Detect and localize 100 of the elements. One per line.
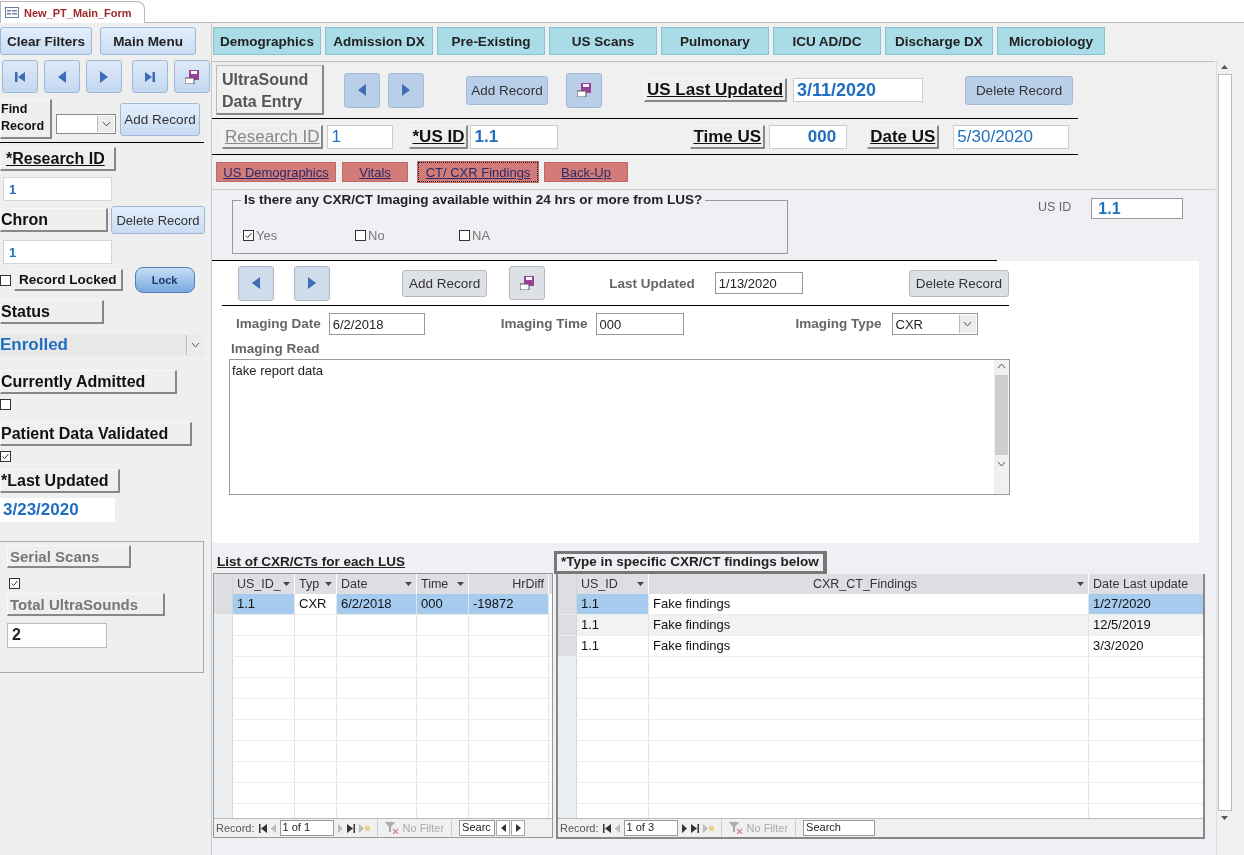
add-record-button[interactable]: Add Record [120,102,200,136]
record-position-field[interactable]: 1 of 3 [623,820,678,836]
lock-button[interactable]: Lock [134,267,195,293]
next-record-icon[interactable] [681,823,687,833]
table-cell: Fake findings [649,615,1089,635]
us-id-field[interactable]: 1.1 [1091,198,1184,219]
record-locked-checkbox[interactable] [0,274,11,286]
left-triangle-icon [500,824,506,832]
save-icon [185,69,199,84]
first-record-icon[interactable] [602,823,611,833]
next-record-button[interactable] [388,72,424,108]
table-cell: 1.1 [577,636,649,656]
currently-admitted-label: Currently Admitted [0,370,177,394]
find-record-dropdown[interactable] [56,114,116,134]
main-menu-button[interactable]: Main Menu [100,27,196,55]
document-tab-title: New_PT_Main_Form [24,6,132,19]
delete-record-button[interactable]: Delete Record [111,206,205,234]
form-tab[interactable]: Demographics [213,27,321,55]
column-header[interactable]: Typ [295,574,337,594]
dropdown-caret-icon [325,582,332,586]
imaging-date-field[interactable]: 6/2/2018 [328,312,425,335]
chron-field[interactable]: 1 [3,240,112,264]
option-label: Yes [256,228,278,243]
form-tab[interactable]: Pulmonary [661,27,769,55]
save-button[interactable] [509,266,546,300]
right-triangle-icon [308,277,316,289]
add-record-button[interactable]: Add Record [402,269,488,297]
search-field[interactable]: Search [803,820,876,836]
table-cell: 1.1 [233,594,295,614]
first-record-button[interactable] [2,60,38,93]
form-tab[interactable]: Pre-Existing [437,27,545,55]
time-us-field[interactable]: 000 [769,124,848,149]
save-button[interactable] [174,60,210,93]
form-tab[interactable]: Discharge DX [885,27,993,55]
form-tab[interactable]: ICU AD/DC [773,27,881,55]
previous-record-button[interactable] [238,265,274,301]
clear-filters-button[interactable]: Clear Filters [0,27,92,55]
right-triangle-icon [402,84,410,96]
serial-scans-checkbox[interactable] [9,578,20,589]
previous-record-button[interactable] [44,60,80,93]
previous-record-button[interactable] [344,72,380,108]
option-checkbox[interactable] [459,230,470,241]
form-tab[interactable]: Microbiology [997,27,1105,55]
form-tab[interactable]: Admission DX [325,27,433,55]
scroll-right-button[interactable] [511,820,526,836]
status-dropdown[interactable]: Enrolled [0,334,204,356]
us-last-updated-label: US Last Updated [644,78,788,102]
imaging-type-dropdown[interactable]: CXR [891,312,978,335]
option-checkbox[interactable] [355,230,366,241]
next-record-button[interactable] [294,265,330,301]
record-position-field[interactable]: 1 of 1 [279,820,334,836]
option-checkbox[interactable] [243,230,254,241]
scroll-down-icon[interactable] [1220,815,1229,821]
last-updated-field[interactable]: 3/23/2020 [0,498,115,522]
date-us-field[interactable]: 5/30/2020 [953,124,1070,149]
last-record-button[interactable] [132,60,168,93]
imaging-read-label: Imaging Read [231,341,321,356]
serial-scans-label: Serial Scans [7,545,131,568]
subform-tab[interactable]: US Demographics [216,162,336,182]
us-last-updated-field[interactable]: 3/11/2020 [793,78,924,102]
imaging-time-field[interactable]: 000 [595,312,684,335]
scroll-up-icon[interactable] [1220,64,1229,70]
subform-tab[interactable]: CT/ CXR Findings [418,162,538,182]
column-header[interactable]: CXR_CT_Findings [649,574,1089,594]
form-scrollbar[interactable] [1216,61,1232,855]
first-record-icon[interactable] [258,823,267,833]
save-button[interactable] [566,72,602,108]
last-updated-label: *Last Updated [0,469,120,493]
patient-data-validated-label: Patient Data Validated [0,422,192,446]
research-id-label: *Research ID [0,147,116,171]
us-id-field[interactable]: 1.1 [470,124,559,149]
subform-tab[interactable]: Back-Up [544,162,628,182]
research-id-field[interactable]: 1 [3,177,112,201]
table-cell: Fake findings [649,636,1089,656]
find-record-label: Find Record [0,99,52,139]
patient-data-validated-checkbox[interactable] [0,451,11,462]
add-record-button[interactable]: Add Record [466,75,548,105]
date-us-label: Date US [867,124,940,149]
table-cell: 000 [417,594,469,614]
delete-record-button[interactable]: Delete Record [908,269,1010,297]
scroll-left-button[interactable] [496,820,511,836]
form-tab[interactable]: US Scans [549,27,657,55]
last-record-icon[interactable] [690,823,699,833]
last-updated-field[interactable]: 1/13/2020 [714,272,803,294]
currently-admitted-checkbox[interactable] [0,399,11,410]
dropdown-caret-icon [637,582,644,586]
imaging-question: Is there any CXR/CT Imaging available within 24 hrs or more from LUS? [241,192,706,207]
table-cell: 3/3/2020 [1089,636,1203,656]
document-tab[interactable]: New_PT_Main_Form [0,1,145,23]
dropdown-caret-icon [405,582,412,586]
last-record-icon[interactable] [346,823,355,833]
delete-record-button[interactable]: Delete Record [965,75,1074,105]
table-cell: 1.1 [577,615,649,635]
research-id-field[interactable]: 1 [327,124,394,149]
record-navigator-label: Record: [216,822,255,834]
total-ultrasounds-field[interactable]: 2 [7,623,107,648]
next-record-button[interactable] [86,60,122,93]
search-field[interactable]: Searc [459,820,496,836]
subform-tab[interactable]: Vitals [342,162,408,182]
last-record-icon [144,70,156,83]
